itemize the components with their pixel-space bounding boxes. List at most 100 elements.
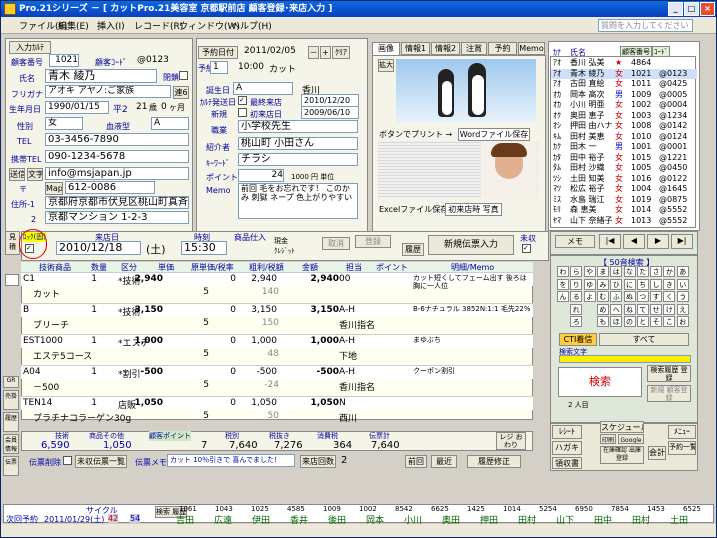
customer-list-row[interactable]: ｷﾑ 田村 美恵女 1010 @0124 xyxy=(551,132,697,142)
last-record-button[interactable]: ▶| xyxy=(671,234,693,249)
kana-key[interactable]: ね xyxy=(623,303,636,315)
side-history-button[interactable]: 履歴 xyxy=(3,412,19,432)
menu-edit[interactable]: 編集(E) xyxy=(58,19,89,32)
postcard-button[interactable]: ハガキ xyxy=(552,441,582,455)
kana-key[interactable]: う xyxy=(676,291,689,302)
memo-field[interactable]: 前回 毛をお忘れです！ このかみ 刺獄 ネープ 色上がりやすい xyxy=(238,183,358,219)
map-button[interactable]: Map xyxy=(45,182,63,195)
grid-row[interactable]: B 1 *技術 3,150 0 3,150 3,150 A-H B-6ナチュラル 3852N:1… xyxy=(21,303,533,318)
tel-field[interactable]: 03-3456-7890 xyxy=(45,133,189,146)
kana-key[interactable]: な xyxy=(623,266,636,277)
kana-key[interactable]: て xyxy=(636,303,649,315)
first-record-button[interactable]: |◀ xyxy=(599,234,621,249)
kana-key[interactable]: ち xyxy=(636,278,649,290)
slip-memo-field[interactable]: カット 10％引きで 喜んでました！ xyxy=(167,454,295,467)
enlarge-image1-button[interactable]: 拡大 xyxy=(378,59,394,72)
customer-list-row[interactable]: ﾂｼ 土田 知美女 1016 @0122 xyxy=(551,174,697,184)
address2-field[interactable]: 京都マンション 1-2-3 xyxy=(45,211,189,224)
kana-key[interactable]: ひ xyxy=(610,278,623,290)
kana-key[interactable]: り xyxy=(570,278,583,290)
menu-insert[interactable]: 挿入(I) xyxy=(97,19,125,32)
grid-subrow[interactable]: カット 5 140 xyxy=(21,287,533,300)
first-visit-checkbox[interactable] xyxy=(238,108,247,117)
kana-key[interactable]: ゆ xyxy=(583,278,596,290)
gender-select[interactable]: 女 xyxy=(45,117,83,130)
receipt-button[interactable]: ﾚｼｰﾄ xyxy=(552,425,582,439)
first-visit-photo-button[interactable]: 初来店時 写真 xyxy=(445,203,502,216)
kana-key[interactable]: え xyxy=(676,303,689,315)
all-button[interactable]: すべて xyxy=(599,333,689,346)
zip-field[interactable]: 612-0086 xyxy=(65,181,155,194)
new-customer-button[interactable]: 新規 顧客登録 xyxy=(647,385,691,402)
kana-key[interactable]: ぬ xyxy=(623,291,636,302)
kana-key[interactable]: た xyxy=(636,266,649,277)
kana-key[interactable]: あ xyxy=(676,266,689,277)
grid-row[interactable]: C1 1 *技術 2,940 0 2,940 2,940 00 カット短くしてフェーム出す 後ろ… xyxy=(21,272,533,290)
excel-save-label[interactable]: Excelファイル保存 xyxy=(379,204,448,215)
search-text-field[interactable] xyxy=(559,355,691,363)
kana-key[interactable]: む xyxy=(596,291,609,302)
menu-help[interactable]: ヘルプ(H) xyxy=(231,19,272,32)
customer-list-row[interactable]: ﾐｽ 水島 瑞江女 1019 @0875 xyxy=(551,195,697,205)
tab-image[interactable]: 画像 xyxy=(372,42,400,55)
kana-key[interactable]: る xyxy=(570,291,583,302)
reservation-slot[interactable]: 1 xyxy=(210,61,228,74)
intro-field[interactable]: 桃山町 小田さん xyxy=(238,137,358,150)
dm-select[interactable]: A xyxy=(233,82,293,95)
kana-key[interactable]: す xyxy=(650,291,663,302)
menu-record[interactable]: レコード(R) xyxy=(134,19,183,32)
side-receivable-button[interactable]: 売掛 xyxy=(3,390,19,410)
grid-subrow[interactable]: ブリーチ 5 150 香川指名 xyxy=(21,318,533,331)
kana-key[interactable]: き xyxy=(663,278,676,290)
kana-key[interactable]: け xyxy=(663,303,676,315)
close-button[interactable]: × xyxy=(700,2,715,16)
kana-key[interactable]: や xyxy=(583,266,596,277)
kana-key[interactable]: か xyxy=(663,266,676,277)
menu-button[interactable]: ﾒﾆｭｰ xyxy=(668,425,696,439)
kana-key[interactable]: に xyxy=(623,278,636,290)
customer-list-row[interactable]: ｵｸ 奥田 恵子女 1003 @1234 xyxy=(551,111,697,121)
word-save-button[interactable]: Wordファイル保存 xyxy=(458,128,530,141)
mail-field[interactable]: info@msjapan.jp xyxy=(45,167,189,180)
search-history-button[interactable]: 検索履歴 登録 xyxy=(647,365,691,382)
kana-key[interactable]: め xyxy=(596,303,609,315)
tab-info2[interactable]: 情報2 xyxy=(431,42,460,55)
side-gr-button[interactable]: GR xyxy=(3,376,19,388)
blood-select[interactable]: A xyxy=(151,117,189,130)
kana-key[interactable]: み xyxy=(596,278,609,290)
credit-radio[interactable]: ｸﾚｼﾞｯﾄ xyxy=(274,246,295,256)
memo-button[interactable]: メモ xyxy=(555,235,595,248)
customer-list-row[interactable]: ｶﾀ 田中 裕子女 1015 @1221 xyxy=(551,153,697,163)
customer-number-field[interactable]: 1021 xyxy=(49,54,79,67)
customer-list-row[interactable]: ｶｸ 田木 一 男 1001 @0001 xyxy=(551,142,697,152)
closed-checkbox[interactable] xyxy=(179,71,188,80)
cash-radio[interactable]: 現金 xyxy=(274,236,288,246)
reservation-list-button[interactable]: 予約一覧 xyxy=(668,441,696,455)
kana-key[interactable]: は xyxy=(610,266,623,277)
receipt2-button[interactable]: 領収書 xyxy=(552,457,582,469)
accounting-button[interactable]: 会計 xyxy=(648,446,666,460)
schedule-button[interactable]: スケジュール xyxy=(600,421,644,433)
kana-key[interactable]: ら xyxy=(570,266,583,277)
kana-key[interactable]: わ xyxy=(557,266,569,277)
job-field[interactable]: 小学校先生 xyxy=(238,120,358,133)
next-record-button[interactable]: ▶ xyxy=(647,234,669,249)
customer-list-row[interactable]: ﾓﾘ 森 恵美 女 1014 @5552 xyxy=(551,205,697,215)
kana-key[interactable]: お xyxy=(676,316,689,327)
mail-text-button[interactable]: 文字 xyxy=(27,168,43,181)
unsettled-checkbox[interactable]: ✓ xyxy=(522,244,531,253)
mobile-field[interactable]: 090-1234-5678 xyxy=(45,150,189,163)
furigana-field[interactable]: アオキ アヤノ:ご家族 xyxy=(45,85,171,98)
grid-row[interactable]: EST1000 1 *エステ 1,000 0 1,000 1,000 A-H まゆぶち xyxy=(21,334,533,349)
customer-list-row[interactable]: ｱｵ 青木 綾乃女 1021 @0123 xyxy=(551,68,697,79)
kana-key[interactable]: と xyxy=(636,316,649,327)
kana-key[interactable]: さ xyxy=(650,266,663,277)
kana-key[interactable]: く xyxy=(663,291,676,302)
cancel-button[interactable]: 取消 xyxy=(322,237,350,250)
address1-field[interactable]: 京都府京都市伏見区桃山町真斉 xyxy=(45,196,189,209)
customer-list-row[interactable]: ﾀﾑ 田村 沙織 女 1005 @0450 xyxy=(551,163,697,173)
kana-key[interactable]: つ xyxy=(636,291,649,302)
side-estimate-button[interactable]: 見積 xyxy=(5,231,20,255)
tab-memo[interactable]: Memo xyxy=(518,42,545,55)
customer-list-row[interactable]: ｵｼ 押田 由ハナ女 1008 @0142 xyxy=(551,121,697,131)
